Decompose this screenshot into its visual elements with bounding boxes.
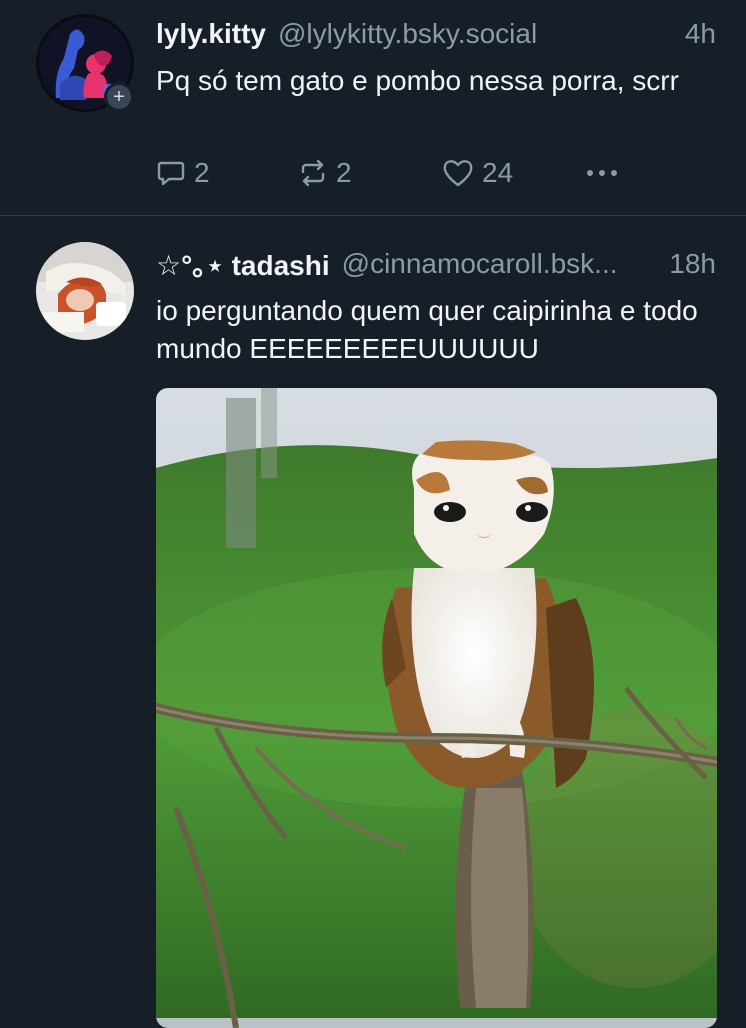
timestamp[interactable]: 18h	[669, 248, 716, 280]
avatar-photo-icon	[36, 242, 134, 340]
like-button[interactable]: 24	[442, 153, 513, 193]
post-tadashi[interactable]: ☆°｡⋆ tadashi @cinnamocaroll.bsk... 18h i…	[0, 216, 746, 1028]
reply-count: 2	[194, 157, 210, 188]
display-name[interactable]: ☆°｡⋆ tadashi	[156, 244, 330, 284]
post-image[interactable]	[156, 388, 717, 1028]
reply-icon	[157, 161, 185, 186]
follow-plus-badge[interactable]: +	[104, 82, 134, 112]
post-header: lyly.kitty @lylykitty.bsky.social 4h	[156, 14, 716, 54]
post-header: ☆°｡⋆ tadashi @cinnamocaroll.bsk... 18h	[156, 244, 716, 284]
repost-count: 2	[336, 157, 352, 188]
post-text: io perguntando quem quer caipirinha e to…	[156, 295, 698, 364]
handle[interactable]: @lylykitty.bsky.social	[278, 18, 671, 50]
repost-button[interactable]: 2	[298, 153, 352, 193]
post-text: Pq só tem gato e pombo nessa porra, scrr	[156, 65, 679, 96]
avatar[interactable]	[36, 242, 134, 340]
timestamp[interactable]: 4h	[685, 18, 716, 50]
post-actions: 2 2 24	[156, 153, 626, 193]
cat-bird-image-icon	[156, 388, 717, 1028]
heart-icon	[443, 160, 473, 187]
handle[interactable]: @cinnamocaroll.bsk...	[342, 248, 656, 280]
ellipsis-icon	[587, 170, 617, 176]
post-lyly-kitty[interactable]: + lyly.kitty @lylykitty.bsky.social 4h P…	[0, 0, 746, 215]
repost-icon	[301, 159, 325, 187]
like-count: 24	[482, 157, 514, 188]
more-options-button[interactable]	[584, 153, 620, 193]
display-name[interactable]: lyly.kitty	[156, 18, 266, 50]
reply-button[interactable]: 2	[156, 153, 210, 193]
